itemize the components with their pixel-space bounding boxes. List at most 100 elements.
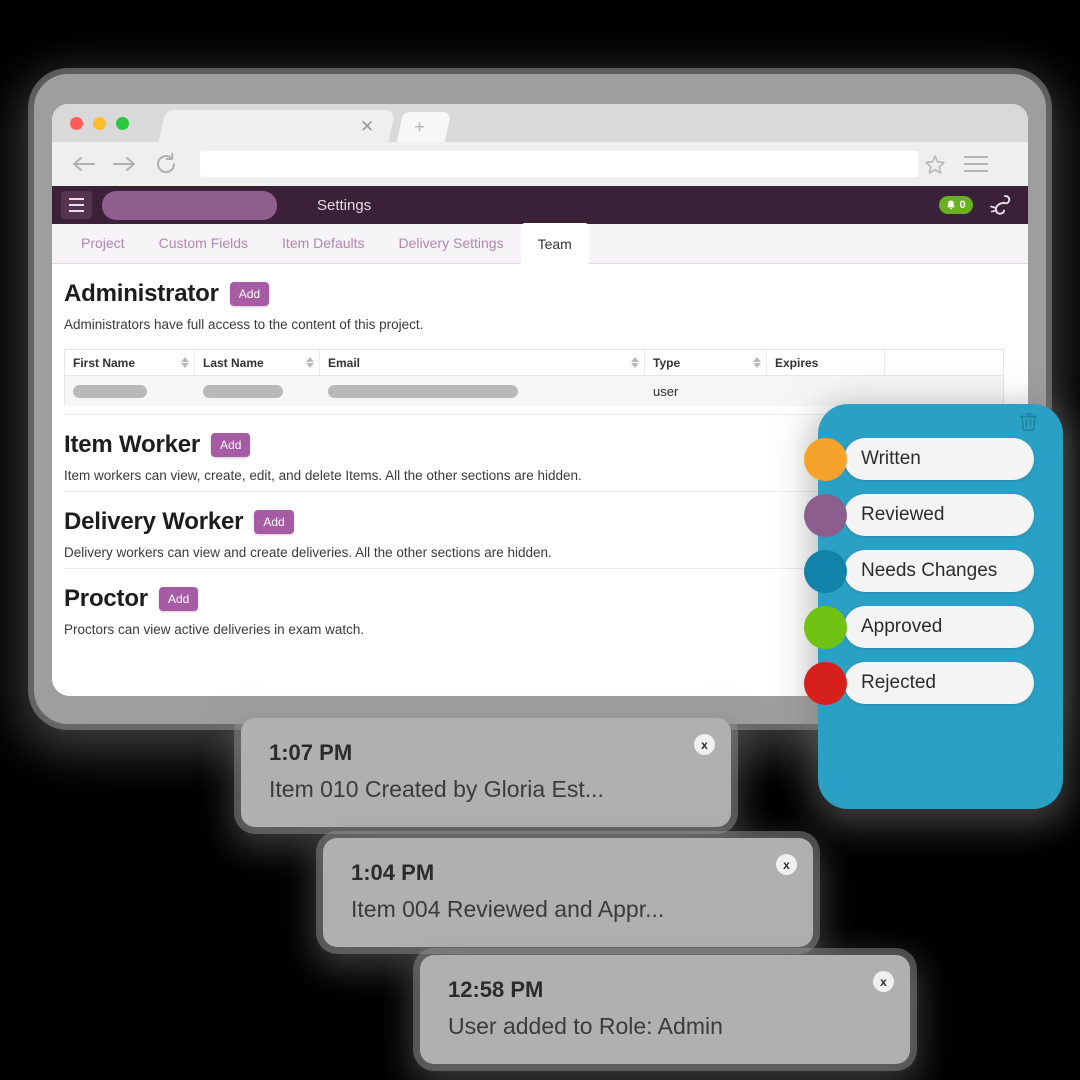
column-header-last-name[interactable]: Last Name xyxy=(195,350,320,375)
screenshot-canvas: ✕ + Settings 0 Project Custom Fields Ite… xyxy=(0,0,1080,1080)
bell-icon xyxy=(947,200,956,209)
toast-time: 1:04 PM xyxy=(351,860,435,885)
sort-icon[interactable] xyxy=(306,357,314,368)
reload-icon[interactable] xyxy=(154,152,178,176)
add-proctor-button[interactable]: Add xyxy=(158,587,199,611)
sort-icon[interactable] xyxy=(631,357,639,368)
role-title: Administrator xyxy=(64,280,219,307)
toast-time: 12:58 PM xyxy=(448,977,544,1002)
tab-close-icon[interactable]: ✕ xyxy=(360,118,374,135)
status-label[interactable]: Needs Changes xyxy=(844,550,1034,592)
status-label[interactable]: Reviewed xyxy=(844,494,1034,536)
redacted-value xyxy=(203,384,283,398)
administrator-table: First Name Last Name Email Type Expires … xyxy=(64,349,1004,406)
sort-icon[interactable] xyxy=(181,357,189,368)
browser-tab-strip: ✕ + xyxy=(158,104,452,142)
status-item-needs-changes[interactable]: Needs Changes xyxy=(804,550,1034,593)
redacted-value xyxy=(73,384,147,398)
app-menu-button[interactable] xyxy=(61,191,92,219)
page-title: Settings xyxy=(317,196,372,214)
toast-notification: x 1:04 PM Item 004 Reviewed and Appr... xyxy=(323,838,813,947)
add-delivery-worker-button[interactable]: Add xyxy=(254,510,294,534)
status-label[interactable]: Approved xyxy=(844,606,1034,648)
add-item-worker-button[interactable]: Add xyxy=(211,433,251,457)
app-header: Settings 0 xyxy=(52,186,1028,224)
column-header-email[interactable]: Email xyxy=(320,350,645,375)
star-icon[interactable] xyxy=(924,154,946,180)
close-icon[interactable]: x xyxy=(776,854,797,875)
status-label[interactable]: Written xyxy=(844,438,1034,480)
add-administrator-button[interactable]: Add xyxy=(229,282,270,306)
window-controls xyxy=(70,117,129,130)
toast-body: 12:58 PM User added to Role: Admin xyxy=(420,955,910,1064)
minimize-window-button[interactable] xyxy=(93,117,106,130)
address-bar[interactable] xyxy=(200,151,945,177)
cell-type: user xyxy=(653,383,679,399)
close-icon[interactable]: x xyxy=(873,971,894,992)
tab-project[interactable]: Project xyxy=(64,223,142,263)
status-label[interactable]: Rejected xyxy=(844,662,1034,704)
status-color-dot xyxy=(804,606,847,649)
column-label: Email xyxy=(328,355,361,370)
status-item-approved[interactable]: Approved xyxy=(804,606,1034,649)
toast-message: Item 010 Created by Gloria Est... xyxy=(269,776,604,802)
cell-last-name xyxy=(195,384,320,398)
table-header-row: First Name Last Name Email Type Expires xyxy=(65,350,1003,376)
column-header-expires[interactable]: Expires xyxy=(767,350,885,375)
status-color-dot xyxy=(804,494,847,537)
settings-tabbar: Project Custom Fields Item Defaults Deli… xyxy=(52,223,1028,264)
tab-item-defaults[interactable]: Item Defaults xyxy=(265,223,381,263)
status-color-dot xyxy=(804,662,847,705)
status-color-dot xyxy=(804,550,847,593)
toast-notification: x 12:58 PM User added to Role: Admin xyxy=(420,955,910,1064)
maximize-window-button[interactable] xyxy=(116,117,129,130)
cell-first-name xyxy=(65,384,195,398)
project-name-field[interactable] xyxy=(102,190,277,220)
role-section-administrator: Administrator Add Administrators have fu… xyxy=(64,264,1016,414)
toast-message: User added to Role: Admin xyxy=(448,1013,723,1039)
column-label: Last Name xyxy=(203,355,264,370)
browser-titlebar: ✕ + xyxy=(52,104,1028,142)
column-header-actions xyxy=(885,350,1003,375)
forward-arrow-icon[interactable] xyxy=(112,154,138,174)
column-label: Expires xyxy=(775,355,819,370)
role-title: Delivery Worker xyxy=(64,508,244,535)
hamburger-menu-icon[interactable] xyxy=(964,156,988,172)
tab-delivery-settings[interactable]: Delivery Settings xyxy=(382,223,521,263)
sort-icon[interactable] xyxy=(753,357,761,368)
column-header-first-name[interactable]: First Name xyxy=(65,350,195,375)
role-title: Proctor xyxy=(64,585,148,612)
close-icon[interactable]: x xyxy=(694,734,715,755)
toast-time: 1:07 PM xyxy=(269,740,353,765)
toast-body: 1:04 PM Item 004 Reviewed and Appr... xyxy=(323,838,813,947)
status-color-dot xyxy=(804,438,847,481)
scorpion-logo-icon[interactable] xyxy=(986,192,1014,223)
cell-email xyxy=(320,384,645,398)
column-label: First Name xyxy=(73,355,136,370)
status-item-written[interactable]: Written xyxy=(804,438,1034,481)
table-row[interactable]: user xyxy=(65,376,1003,406)
status-item-reviewed[interactable]: Reviewed xyxy=(804,494,1034,537)
role-title: Item Worker xyxy=(64,431,201,458)
column-label: Type xyxy=(653,355,681,370)
back-arrow-icon[interactable] xyxy=(70,154,96,174)
status-workflow-panel: Written Reviewed Needs Changes Approved … xyxy=(804,404,1063,809)
role-description: Administrators have full access to the c… xyxy=(64,317,424,332)
tab-custom-fields[interactable]: Custom Fields xyxy=(142,223,265,263)
tab-team[interactable]: Team xyxy=(520,223,589,264)
notification-badge[interactable]: 0 xyxy=(939,196,973,214)
close-window-button[interactable] xyxy=(70,117,83,130)
browser-nav-controls xyxy=(70,152,178,176)
status-list: Written Reviewed Needs Changes Approved … xyxy=(804,438,1034,705)
redacted-value xyxy=(328,384,518,398)
column-header-type[interactable]: Type xyxy=(645,350,767,375)
trash-icon[interactable] xyxy=(1020,412,1037,436)
toast-notification: x 1:07 PM Item 010 Created by Gloria Est… xyxy=(241,718,731,827)
toast-body: 1:07 PM Item 010 Created by Gloria Est..… xyxy=(241,718,731,827)
browser-toolbar xyxy=(52,142,1028,186)
status-item-rejected[interactable]: Rejected xyxy=(804,662,1034,705)
notification-count: 0 xyxy=(959,199,966,211)
plus-icon[interactable]: + xyxy=(414,118,425,137)
toast-message: Item 004 Reviewed and Appr... xyxy=(351,896,665,922)
section-header: Administrator Add xyxy=(64,280,1016,308)
